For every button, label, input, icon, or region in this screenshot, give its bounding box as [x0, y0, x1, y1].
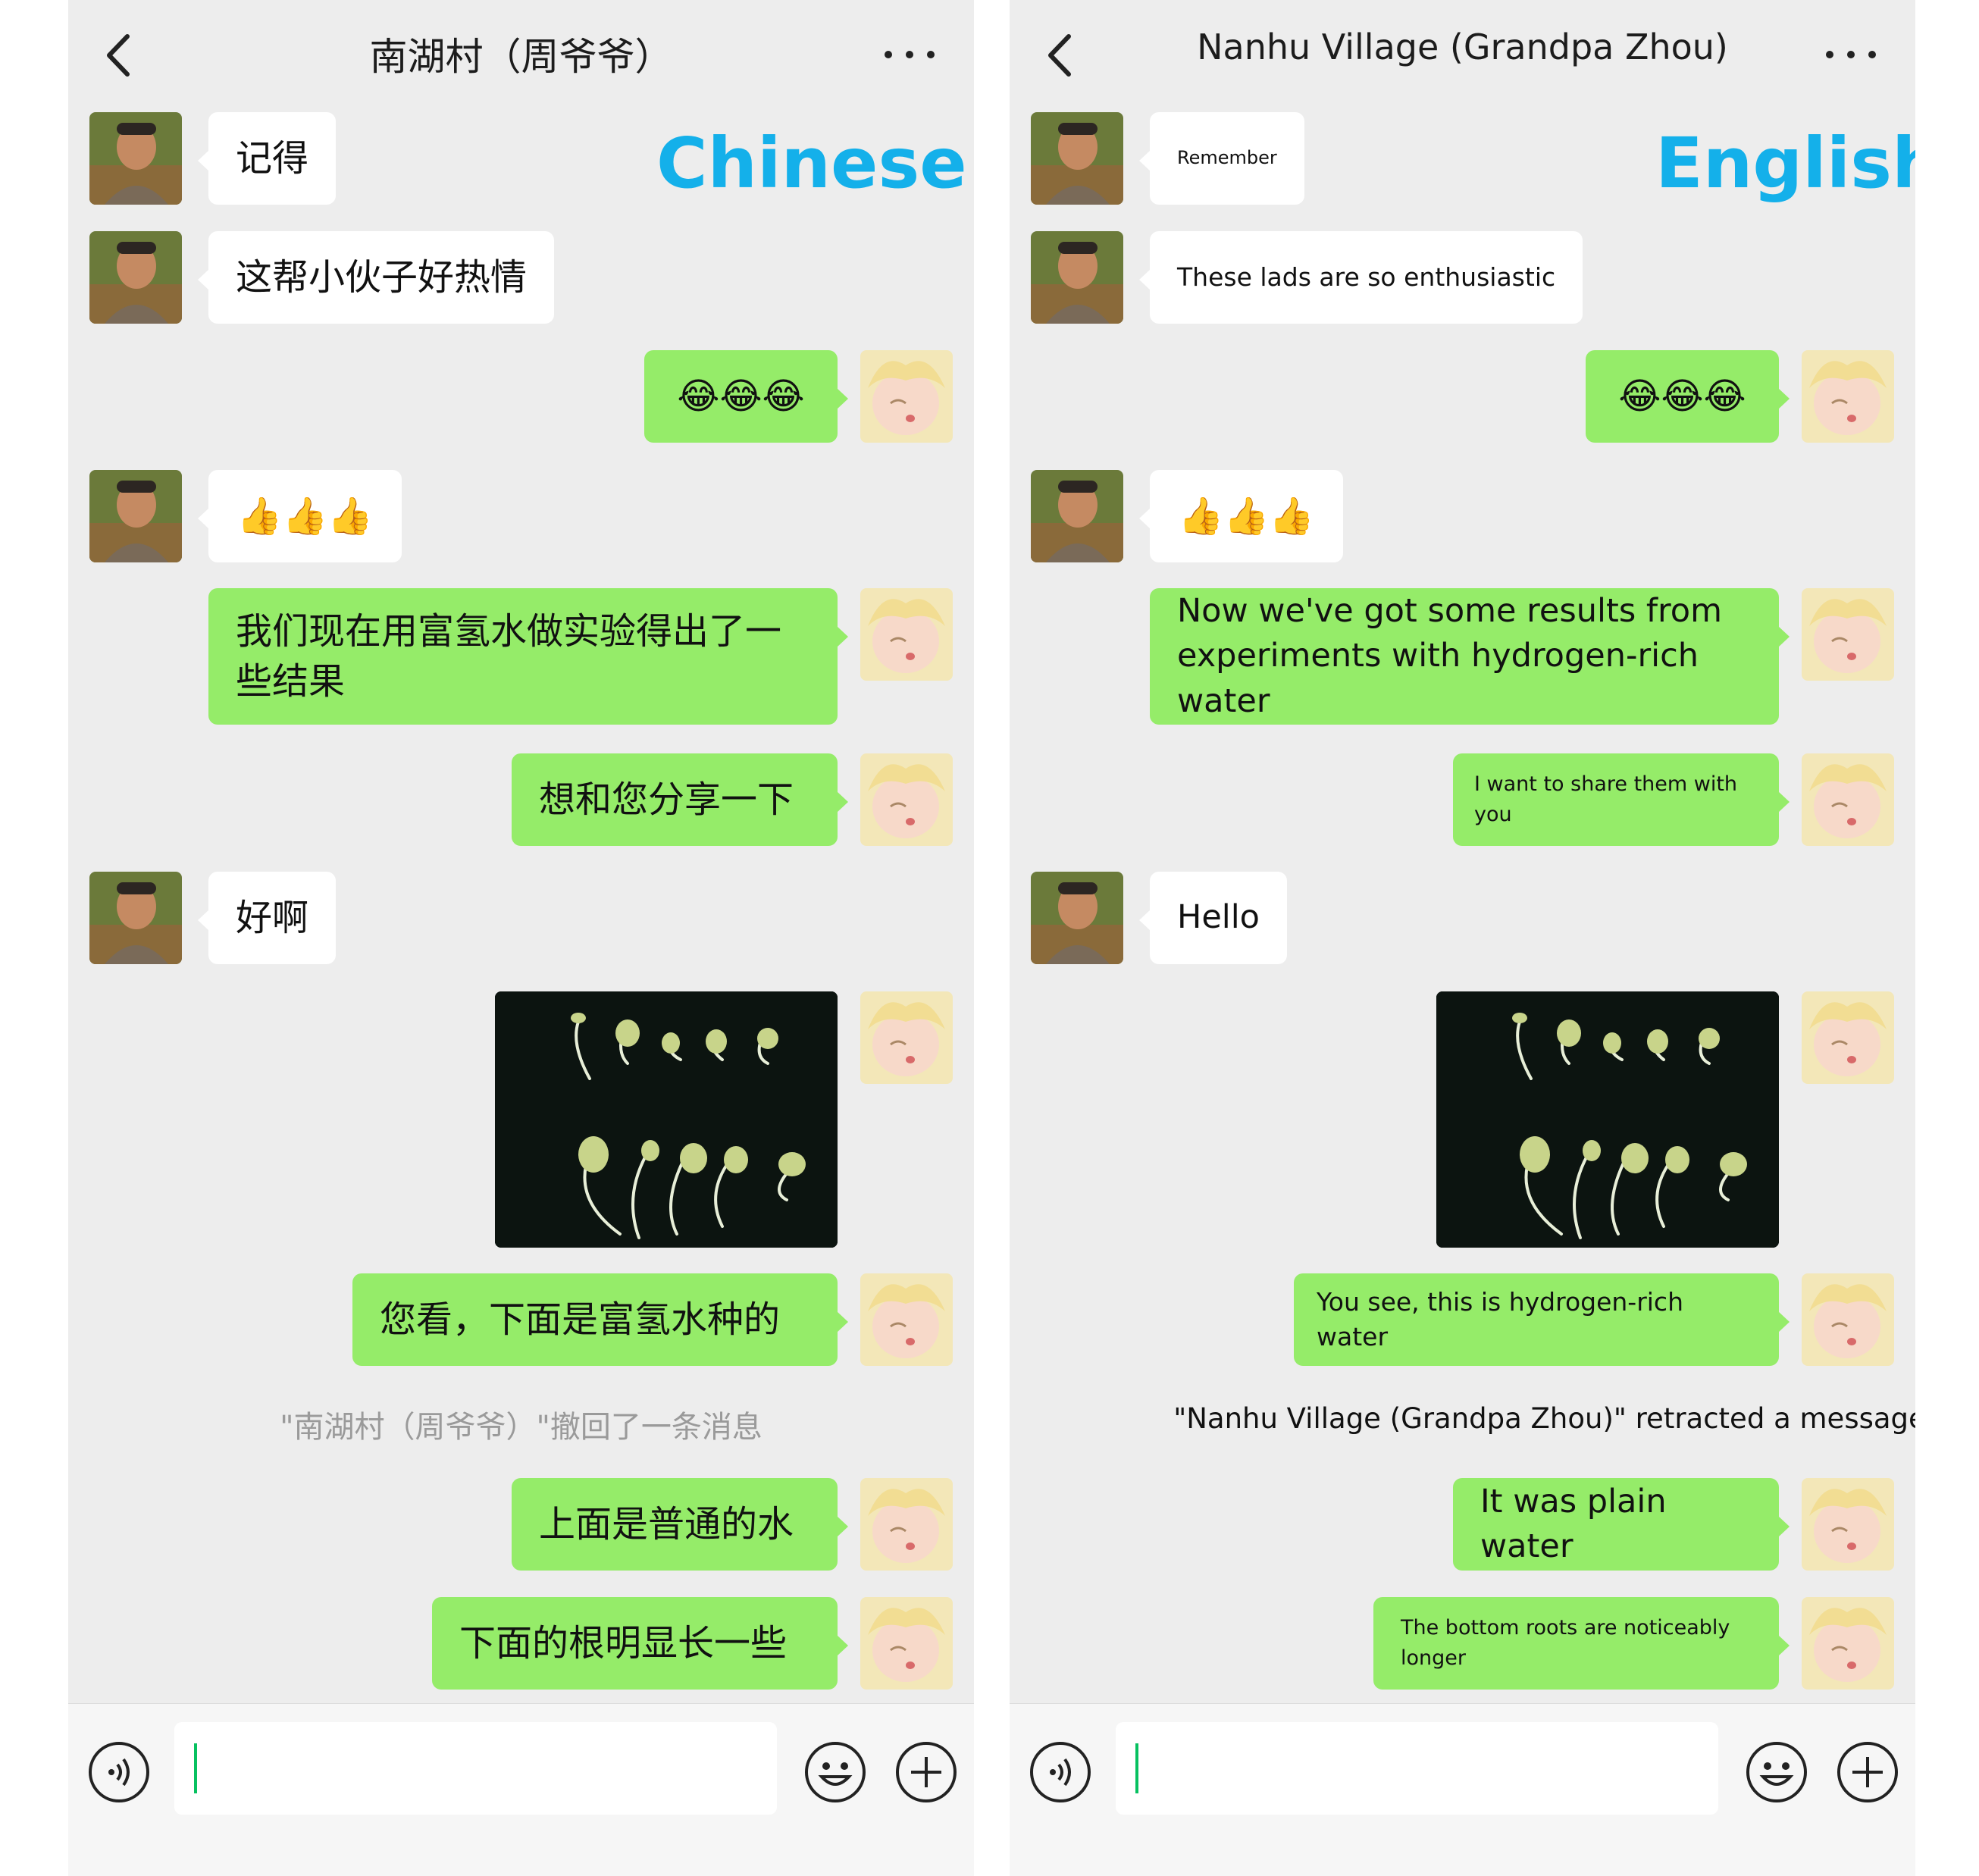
message-text: 下面的根明显长一些: [459, 1621, 788, 1665]
voice-icon[interactable]: [1029, 1740, 1092, 1804]
avatar-contact[interactable]: [89, 470, 182, 562]
message-bubble-sent[interactable]: You see, this is hydrogen-rich water: [1294, 1273, 1790, 1366]
avatar-contact[interactable]: [89, 112, 182, 205]
ellipsis-icon[interactable]: [879, 39, 940, 70]
message-input[interactable]: [1116, 1722, 1718, 1815]
plus-icon[interactable]: [894, 1740, 958, 1804]
message-text: The bottom roots are noticeably longer: [1401, 1615, 1730, 1671]
avatar-self[interactable]: [860, 1597, 953, 1690]
message-text: 😂😂😂: [1618, 374, 1746, 418]
message-text: Hello: [1177, 898, 1260, 937]
sprout-photo[interactable]: [495, 991, 838, 1248]
avatar-self[interactable]: [860, 1478, 953, 1571]
message-text: Now we've got some results from experime…: [1177, 592, 1722, 720]
avatar-self[interactable]: [1802, 753, 1894, 846]
voice-icon[interactable]: [87, 1740, 151, 1804]
language-label: English: [1655, 123, 1915, 204]
avatar-contact[interactable]: [1031, 470, 1123, 562]
message-bubble-sent[interactable]: 下面的根明显长一些: [432, 1597, 848, 1690]
retract-notice: "Nanhu Village (Grandpa Zhou)" retracted…: [1173, 1402, 1915, 1435]
avatar-contact[interactable]: [1031, 231, 1123, 324]
retract-notice: "南湖村（周爷爷）"撤回了一条消息: [280, 1410, 762, 1445]
message-bubble-sent[interactable]: 上面是普通的水: [512, 1478, 848, 1571]
input-bar: [1010, 1703, 1915, 1876]
message-text: 😂😂😂: [677, 374, 805, 418]
avatar-contact[interactable]: [1031, 872, 1123, 964]
message-bubble-received[interactable]: These lads are so enthusiastic: [1138, 231, 1583, 324]
message-bubble-received[interactable]: 👍👍👍: [1139, 470, 1343, 562]
message-input[interactable]: [174, 1722, 777, 1815]
chat-title: 南湖村（周爷爷）: [369, 35, 673, 79]
message-bubble-sent[interactable]: 😂😂😂: [1586, 350, 1790, 443]
message-bubble-received[interactable]: 好啊: [197, 872, 337, 964]
message-bubble-received[interactable]: 这帮小伙子好热情: [197, 231, 555, 324]
message-bubble-received[interactable]: Hello: [1139, 872, 1287, 964]
message-bubble-received[interactable]: 记得: [197, 112, 337, 205]
message-bubble-sent[interactable]: I want to share them with you: [1453, 753, 1790, 846]
avatar-self[interactable]: [1802, 1478, 1894, 1571]
avatar-self[interactable]: [860, 991, 953, 1084]
avatar-self[interactable]: [860, 1273, 953, 1366]
smiley-icon[interactable]: [803, 1740, 867, 1804]
avatar-self[interactable]: [860, 350, 953, 443]
message-text: You see, this is hydrogen-rich water: [1317, 1287, 1683, 1351]
input-bar: [68, 1703, 974, 1876]
avatar-self[interactable]: [1802, 1597, 1894, 1690]
message-bubble-sent[interactable]: The bottom roots are noticeably longer: [1373, 1597, 1790, 1690]
language-label: Chinese: [656, 123, 967, 204]
message-text: 上面是普通的水: [539, 1502, 794, 1546]
message-text: 我们现在用富氢水做实验得出了一些结果: [236, 609, 782, 703]
message-text: Remember: [1177, 147, 1277, 169]
chat-panel-english: Nanhu Village (Grandpa Zhou) English Rem…: [1010, 0, 1915, 1876]
message-bubble-sent[interactable]: It was plain water: [1453, 1478, 1790, 1571]
message-text: These lads are so enthusiastic: [1177, 262, 1556, 293]
message-text: 好啊: [236, 896, 309, 939]
avatar-self[interactable]: [1802, 588, 1894, 681]
message-text: 👍👍👍: [1178, 494, 1315, 537]
avatar-self[interactable]: [860, 753, 953, 846]
message-text: 记得: [236, 136, 309, 180]
chat-panel-chinese: 南湖村（周爷爷） Chinese 记得 这帮小伙子好热情 😂😂😂 👍👍👍 我们现…: [68, 0, 974, 1876]
avatar-self[interactable]: [1802, 991, 1894, 1084]
message-text: 👍👍👍: [236, 494, 374, 537]
avatar-self[interactable]: [860, 588, 953, 681]
plus-icon[interactable]: [1836, 1740, 1899, 1804]
message-text: 您看，下面是富氢水种的: [380, 1298, 781, 1341]
message-bubble-sent[interactable]: 😂😂😂: [644, 350, 848, 443]
avatar-self[interactable]: [1802, 350, 1894, 443]
message-text: I want to share them with you: [1474, 772, 1738, 827]
message-bubble-received[interactable]: 👍👍👍: [198, 470, 402, 562]
message-text: 想和您分享一下: [539, 778, 794, 821]
message-bubble-received[interactable]: Remember: [1139, 112, 1304, 205]
title-bar: 南湖村（周爷爷）: [68, 0, 974, 106]
text-caret: [1135, 1743, 1138, 1793]
sprout-photo[interactable]: [1436, 991, 1779, 1248]
avatar-contact[interactable]: [89, 872, 182, 964]
message-text: 这帮小伙子好热情: [236, 255, 528, 299]
message-bubble-sent[interactable]: 您看，下面是富氢水种的: [352, 1273, 848, 1366]
avatar-contact[interactable]: [1031, 112, 1123, 205]
avatar-contact[interactable]: [89, 231, 182, 324]
message-bubble-sent[interactable]: 我们现在用富氢水做实验得出了一些结果: [208, 588, 848, 725]
text-caret: [194, 1743, 197, 1793]
message-bubble-sent[interactable]: 想和您分享一下: [512, 753, 848, 846]
smiley-icon[interactable]: [1745, 1740, 1808, 1804]
chat-title: Nanhu Village (Grandpa Zhou): [1197, 27, 1728, 67]
message-text: It was plain water: [1480, 1482, 1667, 1565]
title-bar: Nanhu Village (Grandpa Zhou): [1010, 0, 1915, 106]
avatar-self[interactable]: [1802, 1273, 1894, 1366]
message-bubble-sent[interactable]: Now we've got some results from experime…: [1150, 588, 1790, 725]
ellipsis-icon[interactable]: [1821, 39, 1881, 70]
